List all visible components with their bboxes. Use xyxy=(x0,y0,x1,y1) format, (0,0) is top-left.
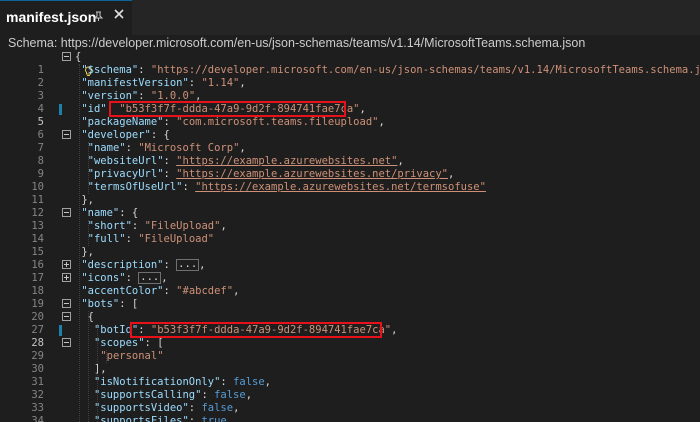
collapsed-region[interactable]: ... xyxy=(138,272,162,284)
code-line: 13 "name": { xyxy=(0,207,700,232)
fold-icon[interactable] xyxy=(62,312,71,321)
code-line: 19 "accentColor": "#abcdef", xyxy=(0,285,700,310)
highlight-box-id xyxy=(109,101,346,117)
code-line: 3 "manifestVersion": "1.14", xyxy=(0,77,700,102)
code-line: 15 "full": "FileUpload" xyxy=(0,233,700,258)
fold-icon[interactable] xyxy=(62,299,71,308)
code-line: 31 ], xyxy=(0,363,700,388)
code-line: 32 "isNotificationOnly": false, xyxy=(0,376,700,401)
expand-icon[interactable] xyxy=(62,273,71,282)
fold-icon[interactable] xyxy=(62,338,71,347)
code-line: 33 "supportsCalling": false, xyxy=(0,389,700,414)
code-line: 9 "websiteUrl": "https://example.azurewe… xyxy=(0,155,700,180)
close-icon[interactable] xyxy=(113,8,125,24)
tab-manifest-json[interactable]: manifest.json xyxy=(0,0,132,35)
code-line: 10 "privacyUrl": "https://example.azurew… xyxy=(0,168,700,193)
code-line: 5 "id": "b53f3f7f-ddda-47a9-9d2f-894741f… xyxy=(0,103,700,128)
fold-icon[interactable] xyxy=(62,130,71,139)
code-line: 2 "$schema": "https://developer.microsof… xyxy=(0,64,700,89)
expand-icon[interactable] xyxy=(62,260,71,269)
collapsed-region[interactable]: ... xyxy=(176,259,200,271)
fold-icon[interactable] xyxy=(62,208,71,217)
code-line: 20 "bots": [ xyxy=(0,298,700,323)
pin-icon[interactable] xyxy=(93,11,104,25)
code-line: 4 "version": "1.0.0", xyxy=(0,90,700,115)
code-line: 11 "termsOfUseUrl": "https://example.azu… xyxy=(0,181,700,206)
code-line: 17 "description": ..., xyxy=(0,259,700,284)
code-line: 30 "personal" xyxy=(0,350,700,375)
code-line: 16 }, xyxy=(0,246,700,271)
code-line: 34 "supportsVideo": false, xyxy=(0,402,700,422)
code-line: 18 "icons": ..., xyxy=(0,272,700,297)
code-line: 35 "supportsFiles": true xyxy=(93,415,227,422)
code-line: 14 "short": "FileUpload", xyxy=(0,220,700,245)
code-line: 8 "name": "Microsoft Corp", xyxy=(0,142,700,167)
schema-breadcrumb: Schema: https://developer.microsoft.com/… xyxy=(0,35,700,51)
code-line: 29 "scopes": [ xyxy=(0,337,700,362)
highlight-box-botid xyxy=(130,322,382,338)
code-line: 7 "developer": { xyxy=(0,129,700,154)
code-line: 6 "packageName": "com.microsoft.teams.fi… xyxy=(0,116,700,141)
modified-marker xyxy=(59,325,62,336)
tab-title: manifest.json xyxy=(6,9,97,25)
code-editor[interactable]: 1 { 2 "$schema": "https://developer.micr… xyxy=(0,51,700,422)
tab-bar: manifest.json xyxy=(0,0,700,35)
fold-icon[interactable] xyxy=(62,52,71,61)
code-line: 12 }, xyxy=(0,194,700,219)
modified-marker xyxy=(59,104,62,115)
code-line: 1 { xyxy=(0,51,700,76)
